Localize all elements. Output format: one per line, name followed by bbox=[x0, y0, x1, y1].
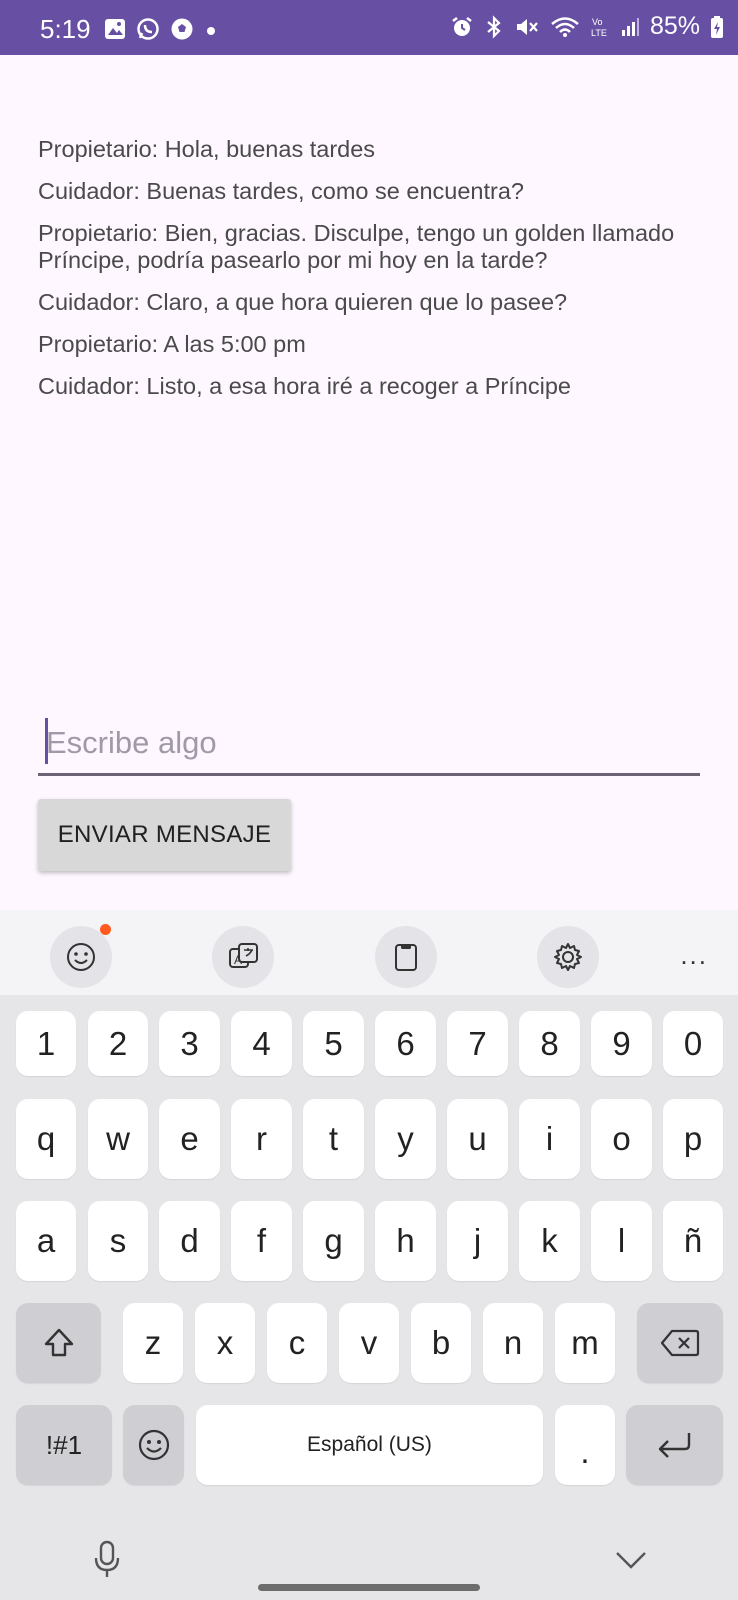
message-text: Propietario: Bien, gracias. Disculpe, te… bbox=[38, 220, 675, 273]
message-text: Cuidador: Buenas tardes, como se encuent… bbox=[38, 178, 524, 204]
whatsapp-icon bbox=[137, 18, 159, 40]
key-e[interactable]: e bbox=[159, 1099, 220, 1179]
backspace-icon bbox=[660, 1329, 700, 1357]
key-s[interactable]: s bbox=[88, 1201, 148, 1281]
mute-icon bbox=[516, 18, 538, 35]
key-3[interactable]: 3 bbox=[159, 1011, 220, 1076]
enter-key[interactable] bbox=[626, 1405, 723, 1485]
key-l[interactable]: l bbox=[591, 1201, 652, 1281]
bluetooth-icon bbox=[487, 14, 501, 39]
key-8[interactable]: 8 bbox=[519, 1011, 580, 1076]
settings-button[interactable] bbox=[537, 926, 599, 988]
alarm-icon bbox=[452, 16, 472, 36]
key-t[interactable]: t bbox=[303, 1099, 364, 1179]
soccer-ball-icon bbox=[171, 18, 193, 40]
space-key[interactable]: Español (US) bbox=[196, 1405, 543, 1485]
svg-text:LTE: LTE bbox=[591, 28, 607, 38]
keyboard-toolbar: A ... bbox=[0, 910, 738, 995]
key-4[interactable]: 4 bbox=[231, 1011, 292, 1076]
key-y[interactable]: y bbox=[375, 1099, 436, 1179]
conversation-log: Propietario: Hola, buenas tardes Cuidado… bbox=[38, 136, 678, 415]
key-f[interactable]: f bbox=[231, 1201, 292, 1281]
key-7[interactable]: 7 bbox=[447, 1011, 508, 1076]
battery-icon bbox=[711, 15, 723, 38]
key-j[interactable]: j bbox=[447, 1201, 508, 1281]
key-g[interactable]: g bbox=[303, 1201, 364, 1281]
battery-percent: 85% bbox=[649, 12, 700, 40]
key-m[interactable]: m bbox=[555, 1303, 615, 1383]
emoji-icon bbox=[138, 1429, 169, 1461]
wifi-icon bbox=[551, 16, 579, 37]
clipboard-icon bbox=[395, 944, 417, 971]
svg-text:Vo: Vo bbox=[592, 17, 603, 27]
notification-icons bbox=[104, 17, 218, 41]
key-0[interactable]: 0 bbox=[663, 1011, 723, 1076]
volte-icon: VoLTE bbox=[591, 17, 607, 38]
key-5[interactable]: 5 bbox=[303, 1011, 364, 1076]
more-icon[interactable]: ... bbox=[680, 940, 708, 971]
message-text: Cuidador: Claro, a que hora quieren que … bbox=[38, 289, 568, 315]
key-x[interactable]: x bbox=[195, 1303, 255, 1383]
message-text: Cuidador: Listo, a esa hora iré a recoge… bbox=[38, 373, 571, 399]
key-i[interactable]: i bbox=[519, 1099, 580, 1179]
key-k[interactable]: k bbox=[519, 1201, 580, 1281]
key-c[interactable]: c bbox=[267, 1303, 327, 1383]
keyboard: A ... 1 2 3 4 5 6 7 8 9 0 q w e r t y u … bbox=[0, 910, 738, 1600]
emoji-button[interactable] bbox=[50, 926, 112, 988]
key-w[interactable]: w bbox=[88, 1099, 148, 1179]
key-h[interactable]: h bbox=[375, 1201, 436, 1281]
key-6[interactable]: 6 bbox=[375, 1011, 436, 1076]
key-n[interactable]: n bbox=[483, 1303, 543, 1383]
backspace-key[interactable] bbox=[637, 1303, 723, 1383]
enter-icon bbox=[658, 1433, 690, 1458]
message-text: Propietario: Hola, buenas tardes bbox=[38, 136, 376, 162]
send-message-button[interactable]: ENVIAR MENSAJE bbox=[38, 799, 291, 871]
message-text: Propietario: A las 5:00 pm bbox=[38, 331, 306, 357]
translate-icon: A bbox=[229, 943, 258, 968]
shift-key[interactable] bbox=[16, 1303, 101, 1383]
key-b[interactable]: b bbox=[411, 1303, 471, 1383]
translate-button[interactable]: A bbox=[212, 926, 274, 988]
key-v[interactable]: v bbox=[339, 1303, 399, 1383]
status-time: 5:19 bbox=[40, 14, 91, 44]
svg-text:A: A bbox=[234, 953, 242, 967]
image-icon bbox=[105, 19, 125, 39]
chevron-down-icon[interactable] bbox=[613, 1548, 649, 1572]
keyboard-nav bbox=[0, 1540, 738, 1600]
shift-icon bbox=[44, 1328, 73, 1357]
key-q[interactable]: q bbox=[16, 1099, 76, 1179]
key-1[interactable]: 1 bbox=[16, 1011, 76, 1076]
message-input[interactable] bbox=[38, 712, 700, 776]
key-d[interactable]: d bbox=[159, 1201, 220, 1281]
signal-icon bbox=[621, 17, 639, 36]
key-2[interactable]: 2 bbox=[88, 1011, 148, 1076]
key-p[interactable]: p bbox=[663, 1099, 723, 1179]
key-9[interactable]: 9 bbox=[591, 1011, 652, 1076]
status-bar: 5:19 Vo LTE 85% bbox=[0, 0, 738, 55]
period-key[interactable]: . bbox=[555, 1405, 615, 1485]
symbols-key[interactable]: !#1 bbox=[16, 1405, 112, 1485]
key-n-tilde[interactable]: ñ bbox=[663, 1201, 723, 1281]
gear-icon bbox=[554, 943, 582, 971]
emoji-key[interactable] bbox=[123, 1405, 184, 1485]
home-indicator[interactable] bbox=[258, 1584, 480, 1591]
emoji-icon bbox=[67, 943, 95, 971]
key-a[interactable]: a bbox=[16, 1201, 76, 1281]
microphone-icon[interactable] bbox=[92, 1540, 122, 1580]
key-o[interactable]: o bbox=[591, 1099, 652, 1179]
clipboard-button[interactable] bbox=[375, 926, 437, 988]
dot-icon bbox=[207, 27, 215, 35]
key-u[interactable]: u bbox=[447, 1099, 508, 1179]
system-icons: Vo LTE 85% bbox=[450, 12, 724, 41]
key-r[interactable]: r bbox=[231, 1099, 292, 1179]
notification-dot bbox=[100, 924, 111, 935]
text-cursor bbox=[45, 718, 48, 764]
key-z[interactable]: z bbox=[123, 1303, 183, 1383]
